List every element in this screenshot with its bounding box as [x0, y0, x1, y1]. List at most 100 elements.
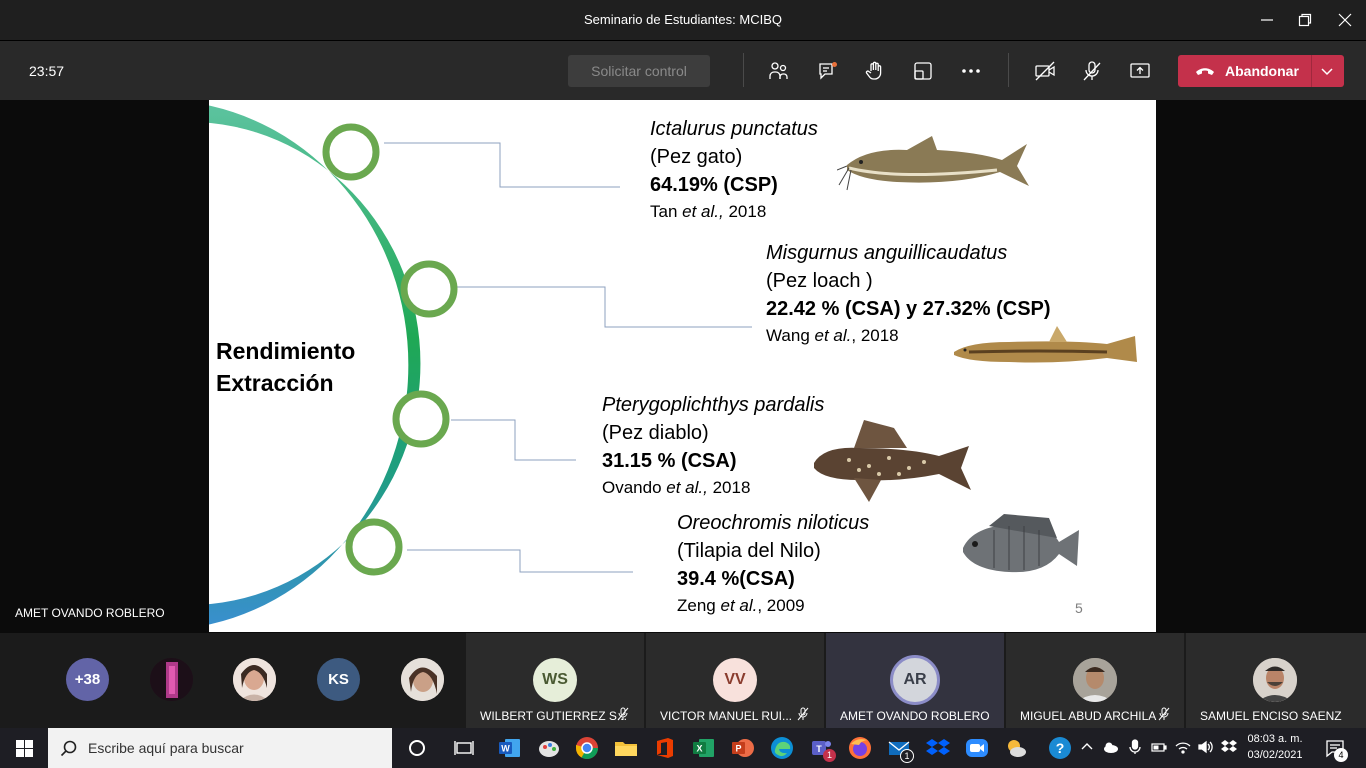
- slide-number: 5: [1075, 600, 1083, 616]
- avatar-photo-icon: [401, 658, 444, 701]
- onedrive-icon[interactable]: [1102, 738, 1120, 756]
- powerpoint-icon[interactable]: P: [730, 735, 756, 761]
- chevron-up-icon[interactable]: [1078, 738, 1096, 756]
- participant-name: SAMUEL ENCISO SAENZ: [1200, 709, 1342, 723]
- participant-avatar[interactable]: [150, 658, 193, 701]
- start-button[interactable]: [0, 728, 48, 768]
- participant-name: MIGUEL ABUD ARCHILA: [1020, 709, 1157, 723]
- toolbar-divider: [1008, 53, 1009, 87]
- participant-name: WILBERT GUTIERREZ S...: [480, 709, 627, 723]
- yield-value: 22.42 % (CSA) y 27.32% (CSP): [766, 298, 1051, 320]
- file-explorer-icon[interactable]: [613, 735, 639, 761]
- toolbar-divider: [743, 53, 744, 87]
- office-icon[interactable]: [652, 735, 678, 761]
- paint-icon[interactable]: [536, 735, 562, 761]
- mic-toggle-button[interactable]: [1075, 55, 1109, 87]
- camera-off-icon: [1035, 61, 1055, 81]
- common-name: (Pez loach ): [766, 270, 873, 292]
- excel-icon[interactable]: X: [691, 735, 717, 761]
- participant-tile-speaking[interactable]: AR AMET OVANDO ROBLERO: [826, 633, 1004, 728]
- more-participants-badge[interactable]: +38: [66, 658, 109, 701]
- avatar-photo-icon: [233, 658, 276, 701]
- teams-badge: 1: [823, 749, 836, 762]
- mail-badge: 1: [900, 749, 914, 763]
- word-icon[interactable]: W: [497, 735, 523, 761]
- avatar-photo-icon: [150, 658, 193, 701]
- title-bar: Seminario de Estudiantes: MCIBQ: [0, 0, 1366, 40]
- edge-icon[interactable]: [769, 735, 795, 761]
- yield-value: 64.19% (CSP): [650, 174, 778, 196]
- participant-tile[interactable]: MIGUEL ABUD ARCHILA: [1006, 633, 1184, 728]
- participant-avatar-initials[interactable]: KS: [317, 658, 360, 701]
- close-button[interactable]: [1322, 0, 1366, 40]
- participant-avatar[interactable]: [401, 658, 444, 701]
- raise-hand-button[interactable]: [858, 55, 892, 87]
- cortana-icon[interactable]: [404, 735, 430, 761]
- plecostomus-image: [814, 420, 971, 502]
- meeting-timer: 23:57: [29, 63, 65, 79]
- leave-label: Abandonar: [1225, 63, 1299, 79]
- restore-icon: [1298, 13, 1312, 27]
- clock-date: 03/02/2021: [1247, 749, 1303, 761]
- reference: Zeng et al., 2009: [677, 596, 805, 615]
- participant-strip: +38 KS WS WILBERT GUTIERREZ S... VV VICT…: [0, 633, 1366, 728]
- camera-toggle-button[interactable]: [1028, 55, 1062, 87]
- common-name: (Pez diablo): [602, 422, 709, 444]
- participant-name: VICTOR MANUEL RUI...: [660, 709, 793, 723]
- breakout-rooms-button[interactable]: [906, 55, 940, 87]
- dropbox-tray-icon[interactable]: [1220, 738, 1238, 756]
- more-actions-button[interactable]: [954, 55, 988, 87]
- species-entry: Ictalurus punctatus (Pez gato) 64.19% (C…: [650, 115, 818, 225]
- chat-button[interactable]: [811, 55, 845, 87]
- volume-icon[interactable]: [1196, 738, 1214, 756]
- svg-text:W: W: [501, 744, 510, 754]
- participants-button[interactable]: [762, 55, 796, 87]
- system-clock[interactable]: 08:03 a. m. 03/02/2021: [1240, 731, 1310, 763]
- windows-logo-icon: [15, 739, 33, 757]
- connector-line: [407, 549, 633, 573]
- dropbox-icon[interactable]: [925, 735, 951, 761]
- windows-taskbar: Escribe aquí para buscar W X P T 1 1 ? 0…: [0, 728, 1366, 768]
- teams-window: Seminario de Estudiantes: MCIBQ 23:57 So…: [0, 0, 1366, 768]
- participant-tile[interactable]: WS WILBERT GUTIERREZ S...: [466, 633, 644, 728]
- hand-icon: [865, 61, 882, 80]
- avatar-photo-icon: [1073, 658, 1117, 702]
- microphone-icon[interactable]: [1126, 738, 1144, 756]
- mic-off-icon: [617, 707, 629, 721]
- node-circle: [400, 260, 458, 318]
- species-name: Pterygoplichthys pardalis: [602, 394, 825, 416]
- slide-heading: Rendimiento Extracción: [216, 335, 355, 399]
- help-icon[interactable]: ?: [1047, 735, 1073, 761]
- chevron-down-icon[interactable]: [1319, 63, 1335, 79]
- leave-button[interactable]: Abandonar: [1178, 55, 1344, 87]
- battery-icon[interactable]: [1150, 738, 1168, 756]
- participant-tile[interactable]: VV VICTOR MANUEL RUI...: [646, 633, 824, 728]
- clock-time: 08:03 a. m.: [1247, 733, 1303, 745]
- share-screen-button[interactable]: [1123, 55, 1157, 87]
- share-icon: [1130, 63, 1150, 78]
- participant-name: AMET OVANDO ROBLERO: [840, 709, 990, 723]
- participant-tile[interactable]: SAMUEL ENCISO SAENZ: [1186, 633, 1366, 728]
- taskbar-search[interactable]: Escribe aquí para buscar: [48, 728, 392, 768]
- chrome-icon[interactable]: [574, 735, 600, 761]
- hang-up-icon: [1196, 68, 1214, 75]
- minimize-icon: [1261, 19, 1273, 21]
- task-view-icon[interactable]: [451, 735, 477, 761]
- mic-off-icon: [1083, 61, 1101, 81]
- zoom-icon[interactable]: [964, 735, 990, 761]
- people-icon: [769, 62, 788, 79]
- connector-line: [451, 419, 576, 461]
- participant-avatar[interactable]: [233, 658, 276, 701]
- svg-text:X: X: [696, 744, 702, 754]
- shared-content-stage: Rendimiento Extracción Ictalurus punctat…: [0, 100, 1366, 633]
- participant-avatar-initials: VV: [713, 658, 757, 702]
- reference: Ovando et al., 2018: [602, 478, 751, 497]
- common-name: (Pez gato): [650, 146, 743, 168]
- request-control-button[interactable]: Solicitar control: [568, 55, 710, 87]
- presenter-name: AMET OVANDO ROBLERO: [15, 606, 165, 620]
- firefox-icon[interactable]: [847, 735, 873, 761]
- presentation-slide: Rendimiento Extracción Ictalurus punctat…: [209, 100, 1156, 632]
- yield-value: 31.15 % (CSA): [602, 450, 737, 472]
- wifi-icon[interactable]: [1174, 738, 1192, 756]
- weather-icon[interactable]: [1003, 735, 1029, 761]
